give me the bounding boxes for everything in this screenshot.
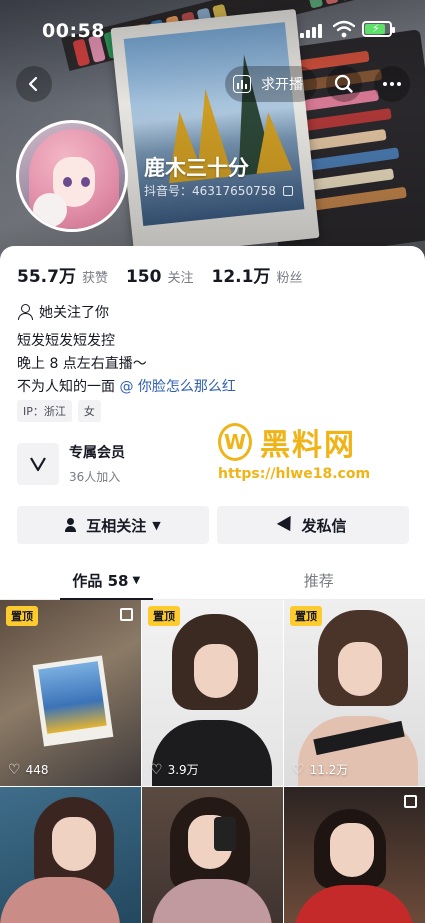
search-button[interactable] [326, 66, 362, 102]
stat-value: 150 [125, 267, 162, 287]
tab-recommend[interactable]: 推荐 [213, 562, 425, 599]
battery-icon: ⚡ [362, 21, 395, 37]
request-live-label: 求开播 [261, 77, 303, 93]
douyin-id[interactable]: 抖音号：46317650758 [144, 182, 293, 199]
live-chart-icon [233, 75, 251, 93]
stat-likes[interactable]: 55.7万 获赞 [17, 262, 108, 287]
search-icon [334, 74, 353, 93]
caret-down-icon: ▼ [132, 575, 141, 586]
mutual-follow-button[interactable]: 互相关注 ▼ [17, 506, 209, 544]
back-arrow-icon [28, 76, 38, 92]
post-thumbnail[interactable] [142, 787, 283, 923]
send-message-label: 发私信 [301, 516, 347, 535]
signal-icon [300, 22, 324, 38]
gender-tag: 女 [77, 400, 101, 422]
post-thumbnail[interactable] [284, 787, 425, 923]
chevron-down-icon: ▼ [152, 518, 161, 532]
profile-sheet: 55.7万 获赞 150 关注 12.1万 粉丝 她关注了你 短发短发短发控 晚… [0, 246, 425, 923]
post-thumbnail[interactable]: 置顶 ♡ 11.2万 [284, 600, 425, 786]
profile-stats: 55.7万 获赞 150 关注 12.1万 粉丝 [17, 262, 320, 287]
mutual-follow-label: 互相关注 [86, 516, 147, 535]
watermark: W 黑料网 https://hlwe18.com [218, 420, 414, 482]
send-icon [277, 515, 298, 535]
multi-image-icon [120, 608, 133, 621]
bio-line: 不为人知的一面 @ 你脸怎么那么红 [17, 379, 236, 395]
bio-line: 晚上 8 点左右直播～ [17, 356, 147, 372]
status-time: 00:58 [42, 20, 105, 42]
heart-icon: ♡ [150, 761, 163, 778]
more-options-button[interactable] [374, 66, 410, 102]
stat-label: 获赞 [81, 271, 108, 286]
pinned-badge: 置顶 [148, 606, 180, 626]
bio: 短发短发短发控 晚上 8 点左右直播～ 不为人知的一面 @ 你脸怎么那么红 [17, 330, 236, 399]
douyin-id-text: 抖音号：46317650758 [144, 184, 276, 198]
copy-icon[interactable] [282, 185, 293, 196]
stat-following[interactable]: 150 关注 [126, 267, 194, 287]
stat-label: 粉丝 [276, 271, 303, 286]
exclusive-membership[interactable]: 专属会员 36人加入 [17, 442, 125, 485]
more-dots-icon [383, 82, 387, 86]
person-icon [17, 304, 33, 320]
multi-image-icon [404, 795, 417, 808]
mention-link[interactable]: @ 你脸怎么那么红 [119, 379, 235, 395]
stat-value: 55.7万 [17, 267, 76, 287]
stat-followers[interactable]: 12.1万 粉丝 [211, 262, 302, 287]
back-button[interactable] [16, 66, 52, 102]
posts-grid: 置顶 ♡ 448 置顶 ♡ 3.9万 置顶 ♡ 11.2万 [0, 600, 425, 923]
watermark-text: 黑料网 [260, 428, 356, 463]
pinned-badge: 置顶 [6, 606, 38, 626]
follows-you-row: 她关注了你 [17, 302, 109, 322]
bio-line: 短发短发短发控 [17, 333, 115, 349]
profile-name: 鹿木三十分 [144, 156, 249, 180]
heart-icon: ♡ [8, 762, 21, 778]
ip-location-tag: IP：浙江 [17, 400, 72, 422]
status-bar: 00:58 ⚡ [0, 0, 425, 56]
avatar[interactable] [16, 120, 128, 232]
watermark-url: https://hlwe18.com [218, 466, 371, 482]
mutual-follow-icon [65, 517, 80, 533]
watermark-logo-icon: W [218, 423, 252, 461]
post-likes: ♡ 11.2万 [292, 761, 349, 778]
tab-recommend-label: 推荐 [303, 572, 334, 590]
membership-title: 专属会员 [69, 445, 125, 461]
stat-label: 关注 [167, 271, 194, 286]
request-live-button[interactable]: 求开播 [225, 66, 317, 102]
send-message-button[interactable]: 发私信 [217, 506, 409, 544]
heart-icon: ♡ [292, 761, 305, 778]
pinned-badge: 置顶 [290, 606, 322, 626]
post-thumbnail[interactable]: 置顶 ♡ 3.9万 [142, 600, 283, 786]
tab-works[interactable]: 作品 58 ▼ [0, 562, 213, 600]
post-thumbnail[interactable] [0, 787, 141, 923]
wifi-icon [333, 20, 355, 38]
membership-count: 36人加入 [69, 470, 121, 484]
post-likes: ♡ 448 [8, 762, 49, 778]
follows-you-text: 她关注了你 [39, 305, 109, 321]
tab-works-label: 作品 58 [72, 572, 129, 590]
membership-logo-icon [17, 442, 59, 485]
post-thumbnail[interactable]: 置顶 ♡ 448 [0, 600, 141, 786]
content-tabs: 作品 58 ▼ 推荐 [0, 562, 425, 600]
post-likes: ♡ 3.9万 [150, 761, 199, 778]
action-row: 互相关注 ▼ 发私信 [17, 506, 409, 544]
profile-tags: IP：浙江 女 [17, 400, 101, 422]
stat-value: 12.1万 [211, 267, 271, 287]
